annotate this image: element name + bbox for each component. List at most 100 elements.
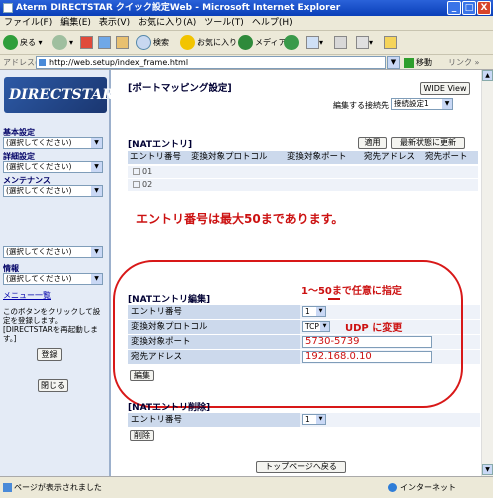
minimize-button[interactable]: _ xyxy=(447,1,461,15)
close-button[interactable]: 閉じる xyxy=(38,379,68,392)
print-icon xyxy=(334,36,347,49)
links-label[interactable]: リンク » xyxy=(448,57,479,68)
protocol-row: 変換対象プロトコル TCP ▼ xyxy=(128,320,480,334)
menu-favorites[interactable]: お気に入り(A) xyxy=(138,16,196,30)
nav-select-advanced[interactable]: (選択してください) ▼ xyxy=(3,161,103,173)
search-button[interactable]: 検索 xyxy=(136,34,169,52)
nav-group-basic: 基本設定 (選択してください) ▼ xyxy=(3,128,107,149)
history-button[interactable] xyxy=(284,34,301,52)
internet-zone-icon xyxy=(388,483,397,492)
dest-address-row: 宛先アドレス 192.168.0.10 xyxy=(128,350,480,364)
menu-edit[interactable]: 編集(E) xyxy=(60,16,91,30)
vertical-scrollbar[interactable]: ▲ ▼ xyxy=(481,70,493,476)
delete-entry-row: エントリ番号 1 ▼ xyxy=(128,413,480,427)
maximize-button[interactable]: □ xyxy=(462,1,476,15)
menu-file[interactable]: ファイル(F) xyxy=(4,16,52,30)
register-button[interactable]: 登録 xyxy=(37,348,62,361)
address-bar: アドレス(D) http://web.setup/index_frame.htm… xyxy=(0,55,493,70)
checkbox-icon[interactable] xyxy=(133,181,140,188)
favorites-label: お気に入り xyxy=(197,38,237,47)
scroll-up-icon[interactable]: ▲ xyxy=(482,70,493,81)
delete-button[interactable]: 削除 xyxy=(130,430,154,441)
register-note: このボタンをクリックして設定を登録します。[DIRECTSTARを再起動します。… xyxy=(3,307,101,343)
table-row[interactable]: 01 xyxy=(128,166,478,178)
nat-delete-title: [NATエントリ削除] xyxy=(128,403,211,413)
stop-button[interactable] xyxy=(80,34,93,52)
back-arrow-icon xyxy=(3,35,18,50)
media-icon xyxy=(238,35,253,50)
status-text: ページが表示されました xyxy=(14,483,102,492)
page-title: [ポートマッピング設定] xyxy=(128,83,232,94)
forward-button[interactable]: ▾ xyxy=(52,34,73,52)
chevron-down-icon: ▼ xyxy=(91,274,102,284)
col-port: 変換対象ポート xyxy=(287,152,347,162)
dest-address-label: 宛先アドレス xyxy=(128,350,300,364)
chevron-down-icon: ▼ xyxy=(91,247,102,257)
page-icon xyxy=(3,483,12,492)
nav-select-maintenance[interactable]: (選択してください) ▼ xyxy=(3,185,103,197)
nav-group-extra: (選択してください) ▼ xyxy=(3,246,107,258)
chevron-down-icon: ▼ xyxy=(320,322,329,331)
close-window-button[interactable]: X xyxy=(477,1,491,15)
mail-icon xyxy=(306,36,319,49)
folder-button[interactable] xyxy=(384,34,397,52)
apply-button[interactable]: 適用 xyxy=(358,137,387,149)
mail-button[interactable]: ▾ xyxy=(306,34,323,52)
folder-icon xyxy=(384,36,397,49)
back-label: 戻る xyxy=(20,38,36,47)
back-button[interactable]: 戻る ▾ xyxy=(3,34,43,52)
stop-icon xyxy=(80,36,93,49)
annotation-range: 1～50まで任意に指定 xyxy=(301,286,402,297)
chevron-down-icon: ▼ xyxy=(91,138,102,148)
status-bar: ページが表示されました インターネット xyxy=(0,476,493,498)
refresh-page-button[interactable] xyxy=(98,34,111,52)
delete-entry-select[interactable]: 1 ▼ xyxy=(302,414,326,425)
checkbox-icon[interactable] xyxy=(133,168,140,175)
menu-view[interactable]: 表示(V) xyxy=(99,16,130,30)
print-button[interactable] xyxy=(334,34,347,52)
browser-toolbar: 戻る ▾ ▾ 検索 お気に入り メディア ▾ ▾ xyxy=(0,31,493,55)
table-row[interactable]: 02 xyxy=(128,179,478,191)
menu-bar: ファイル(F) 編集(E) 表示(V) お気に入り(A) ツール(T) ヘルプ(… xyxy=(0,16,493,31)
chevron-down-icon: ▼ xyxy=(91,186,102,196)
home-button[interactable] xyxy=(116,34,129,52)
col-entry: エントリ番号 xyxy=(130,152,182,162)
entry-number-select[interactable]: 1 ▼ xyxy=(302,306,326,317)
menu-list-link[interactable]: メニュー一覧 xyxy=(3,290,51,301)
nav-select-basic[interactable]: (選択してください) ▼ xyxy=(3,137,103,149)
annotation-udp: UDP に変更 xyxy=(345,323,403,334)
wide-view-button[interactable]: WIDE View xyxy=(420,82,470,95)
edit-button[interactable]: 編集 xyxy=(130,370,154,381)
chevron-down-icon: ▼ xyxy=(316,415,325,424)
main-content-frame: [ポートマッピング設定] WIDE View 編集する接続先 接続設定1 ▼ [N… xyxy=(113,70,481,476)
address-input[interactable]: http://web.setup/index_frame.html xyxy=(36,56,386,69)
nav-label-maintenance: メンテナンス xyxy=(3,176,51,185)
media-label: メディア xyxy=(255,38,287,47)
dest-address-input[interactable]: 192.168.0.10 xyxy=(302,351,432,363)
back-to-top-button[interactable]: トップページへ戻る xyxy=(256,461,346,473)
search-label: 検索 xyxy=(153,38,169,47)
col-dest-addr: 宛先アドレス xyxy=(364,152,416,162)
address-dropdown-icon[interactable]: ▼ xyxy=(387,56,400,69)
home-icon xyxy=(116,36,129,49)
nat-entry-title: [NATエントリ] xyxy=(128,140,193,150)
menu-tools[interactable]: ツール(T) xyxy=(204,16,244,30)
edit-page-button[interactable]: ▾ xyxy=(356,34,373,52)
favorites-button[interactable]: お気に入り xyxy=(180,34,237,52)
go-button[interactable]: 移動 xyxy=(404,56,432,69)
nav-select-info[interactable]: (選択してください) ▼ xyxy=(3,273,103,285)
col-protocol: 変換対象プロトコル xyxy=(191,152,268,162)
scroll-down-icon[interactable]: ▼ xyxy=(482,464,493,475)
port-label: 変換対象ポート xyxy=(128,335,300,349)
refresh-icon xyxy=(98,36,111,49)
nav-select-extra[interactable]: (選択してください) ▼ xyxy=(3,246,103,258)
connection-select[interactable]: 接続設定1 ▼ xyxy=(391,98,453,110)
menu-help[interactable]: ヘルプ(H) xyxy=(252,16,293,30)
nat-edit-title: [NATエントリ編集] xyxy=(128,295,211,305)
protocol-label: 変換対象プロトコル xyxy=(128,320,300,334)
refresh-status-button[interactable]: 最新状態に更新 xyxy=(391,137,465,149)
left-nav-frame: DIRECTSTAR 基本設定 (選択してください) ▼ 詳細設定 (選択してくだ… xyxy=(0,70,114,476)
port-input[interactable]: 5730-5739 xyxy=(302,336,432,348)
protocol-select[interactable]: TCP ▼ xyxy=(302,321,330,332)
media-button[interactable]: メディア xyxy=(238,34,286,52)
